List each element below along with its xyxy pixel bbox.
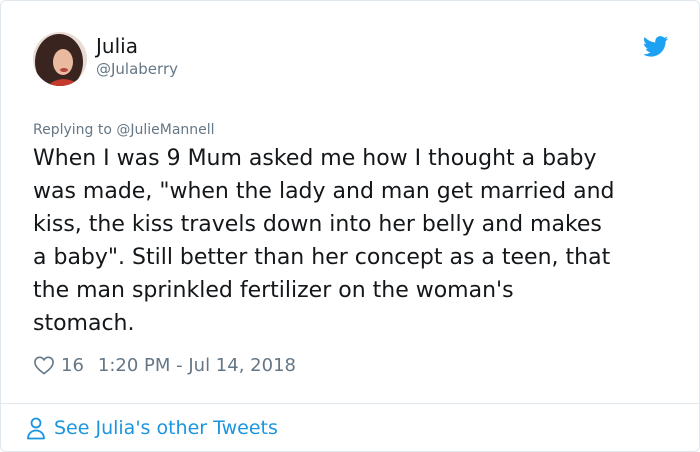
see-other-tweets-label: See Julia's other Tweets	[54, 417, 278, 439]
tweet-text: When I was 9 Mum asked me how I thought …	[33, 146, 615, 336]
replying-to[interactable]: Replying to @JulieMannell	[33, 121, 215, 139]
see-other-tweets-link[interactable]: See Julia's other Tweets	[26, 415, 278, 441]
author-handle[interactable]: @Julaberry	[96, 59, 178, 79]
tweet-card: Julia @Julaberry Replying to @JulieManne…	[0, 0, 700, 452]
tweet-meta: 16 1:20 PM - Jul 14, 2018	[33, 352, 296, 378]
avatar-image	[33, 32, 87, 86]
author-display-name[interactable]: Julia	[96, 34, 138, 58]
twitter-bird-icon[interactable]	[643, 36, 669, 57]
avatar[interactable]	[33, 32, 87, 86]
tweet-timestamp[interactable]: 1:20 PM - Jul 14, 2018	[98, 355, 296, 376]
like-count[interactable]: 16	[61, 355, 84, 376]
divider	[1, 403, 699, 404]
heart-icon[interactable]	[33, 355, 55, 375]
person-icon	[27, 417, 45, 440]
